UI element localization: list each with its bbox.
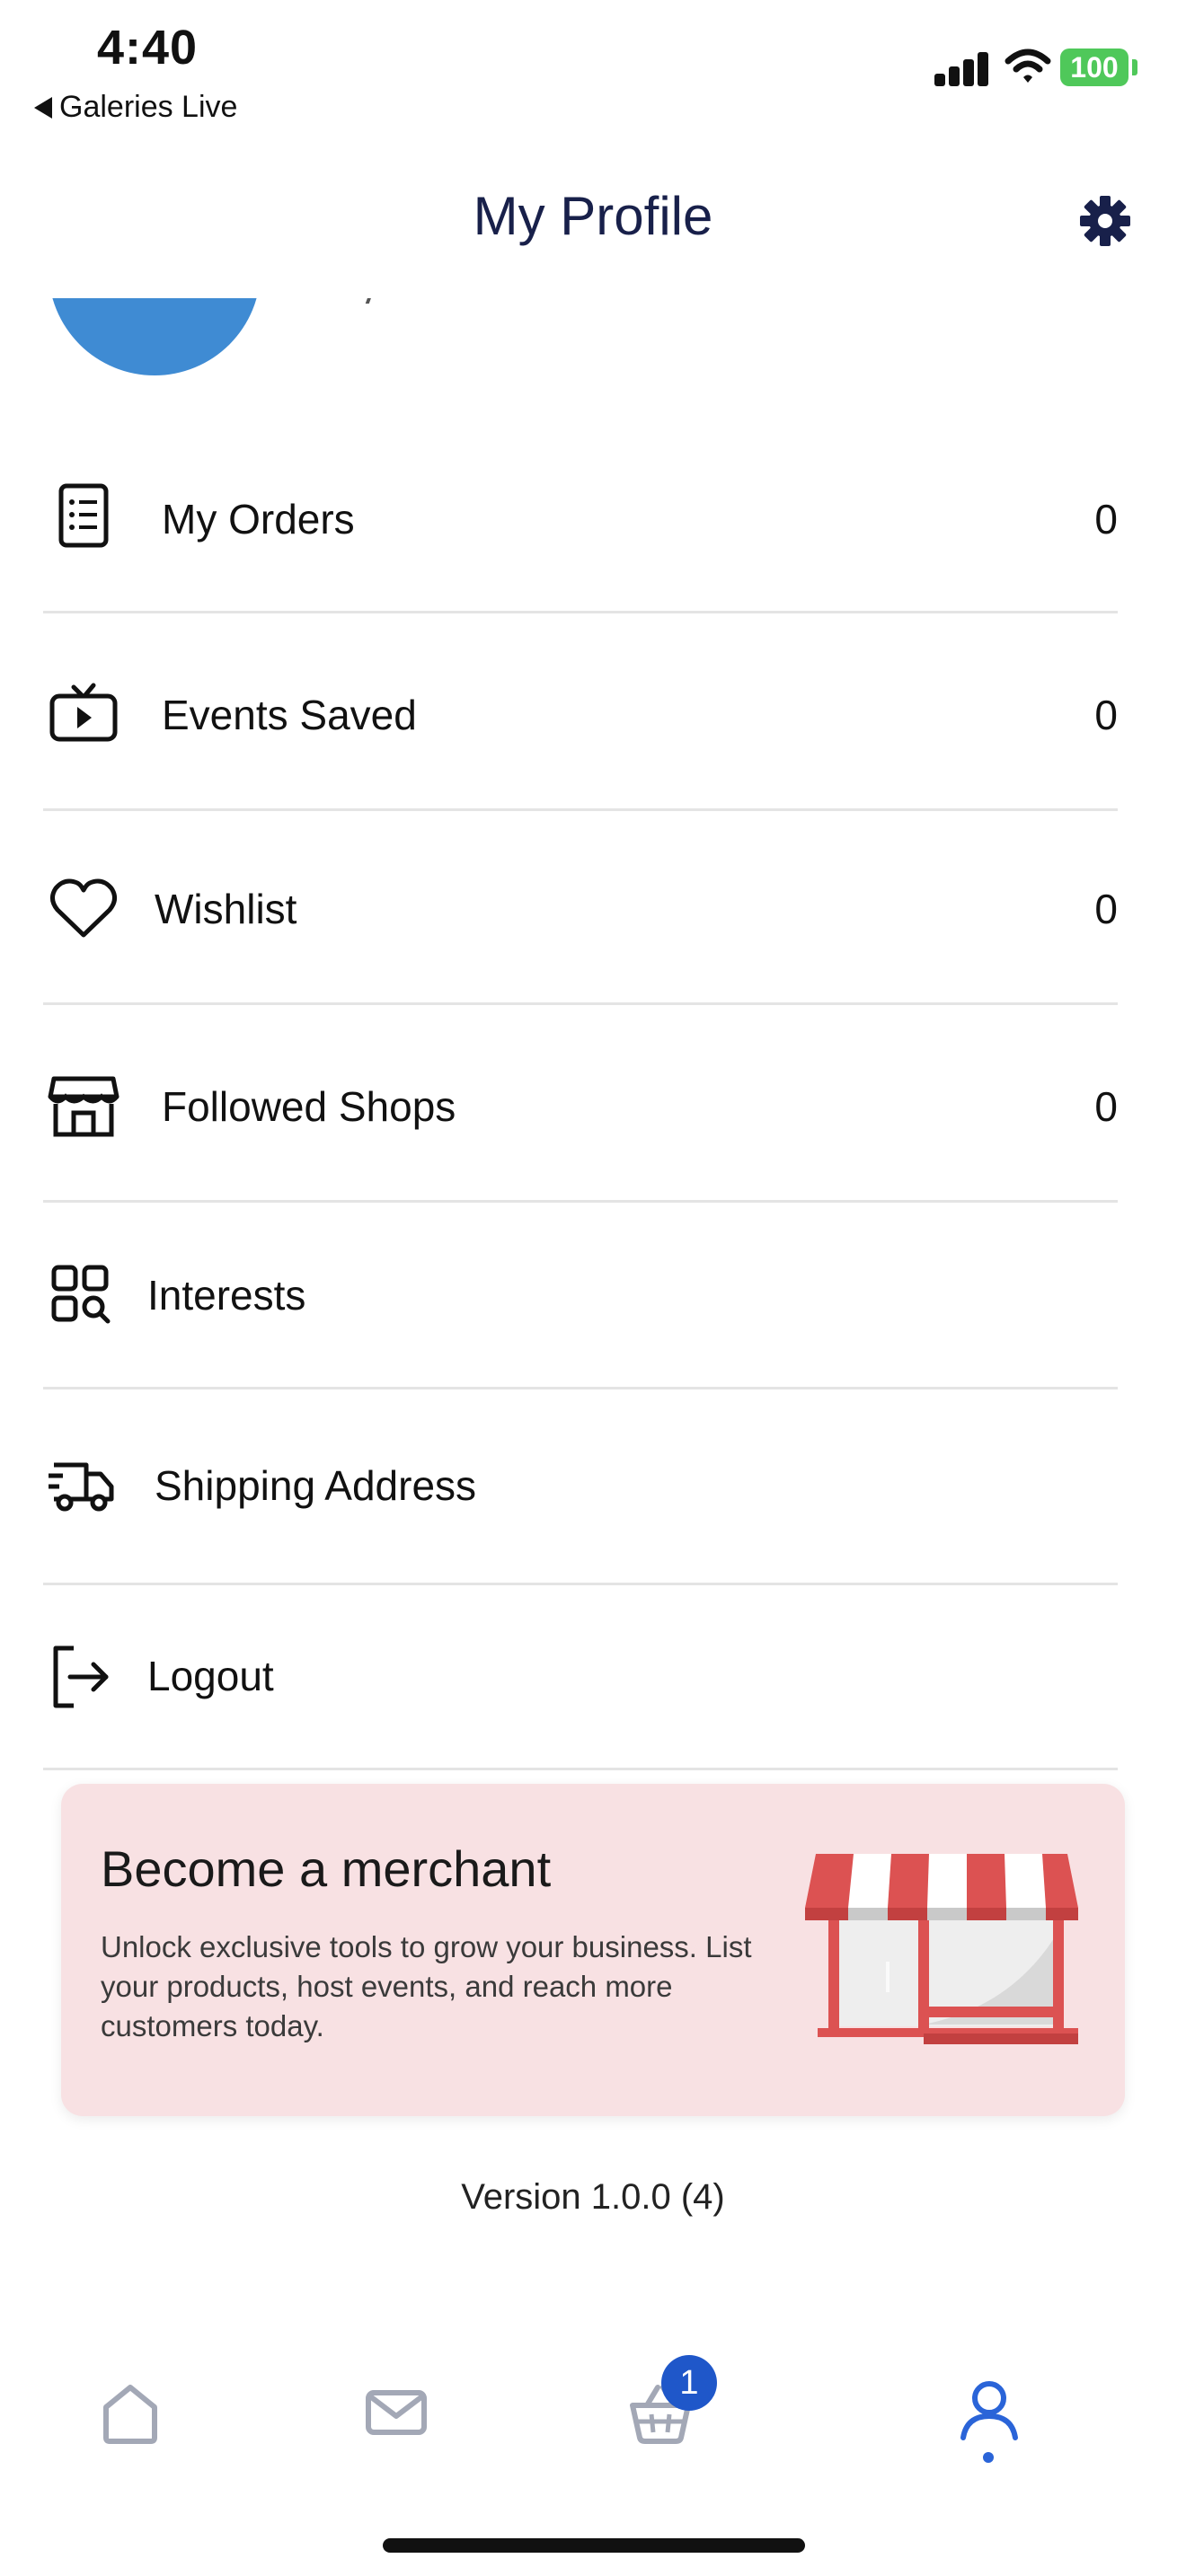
menu-item-shipping-address[interactable]: Shipping Address [43,1389,1118,1585]
menu-item-count: 0 [1094,692,1118,738]
avatar[interactable] [49,298,261,375]
battery-cap [1132,59,1137,75]
gear-icon[interactable] [1078,194,1132,248]
status-time: 4:40 [97,21,199,75]
orders-list-icon [58,483,109,548]
menu-item-label: Wishlist [155,886,297,932]
menu-item-label: Interests [147,1272,306,1319]
menu-item-label: My Orders [162,496,355,543]
storefront-icon [48,1076,119,1137]
menu-item-interests[interactable]: Interests [43,1203,1118,1389]
logout-icon [53,1645,109,1708]
heart-icon [50,878,117,938]
home-icon[interactable] [90,2371,171,2452]
menu-item-count: 0 [1094,496,1118,543]
menu-item-followed-shops[interactable]: Followed Shops 0 [43,1005,1118,1203]
profile-icon[interactable] [949,2371,1030,2452]
page-title: My Profile [473,186,713,246]
cart-count-badge: 1 [661,2355,717,2411]
back-arrow-icon [34,96,52,119]
menu-item-events-saved[interactable]: Events Saved 0 [43,613,1118,811]
become-merchant-banner[interactable]: Become a merchant Unlock exclusive tools… [61,1784,1125,2116]
wifi-icon [1005,49,1051,83]
tv-play-icon [49,683,118,742]
category-search-icon [51,1265,111,1324]
cellular-signal-icon [934,50,990,86]
menu-item-count: 0 [1094,886,1118,932]
menu-item-label: Shipping Address [155,1462,477,1509]
menu-item-my-orders[interactable]: My Orders 0 [43,463,1118,613]
back-app-label: Galeries Live [59,90,238,124]
menu-item-label: Events Saved [162,692,417,738]
bottom-tab-bar [0,2335,1186,2479]
delivery-truck-icon [49,1462,114,1512]
menu-item-label: Logout [147,1653,274,1699]
merchant-title: Become a merchant [101,1840,552,1897]
menu-item-label: Followed Shops [162,1083,456,1130]
home-indicator[interactable] [383,2538,805,2553]
app-version: Version 1.0.0 (4) [461,2177,725,2217]
status-bar: 4:40 Galeries Live 100 [0,0,1186,144]
storefront-illustration-icon [805,1854,1078,2044]
menu-item-count: 0 [1094,1083,1118,1130]
menu-item-wishlist[interactable]: Wishlist 0 [43,811,1118,1005]
battery-indicator: 100 [1060,49,1128,86]
merchant-description: Unlock exclusive tools to grow your busi… [101,1930,752,2042]
back-to-app-link[interactable]: Galeries Live [34,90,237,125]
username-fragment [354,298,376,304]
menu-item-logout[interactable]: Logout [43,1585,1118,1770]
mail-icon[interactable] [356,2371,437,2452]
profile-header-clip [0,298,1186,379]
active-tab-indicator [983,2452,994,2463]
